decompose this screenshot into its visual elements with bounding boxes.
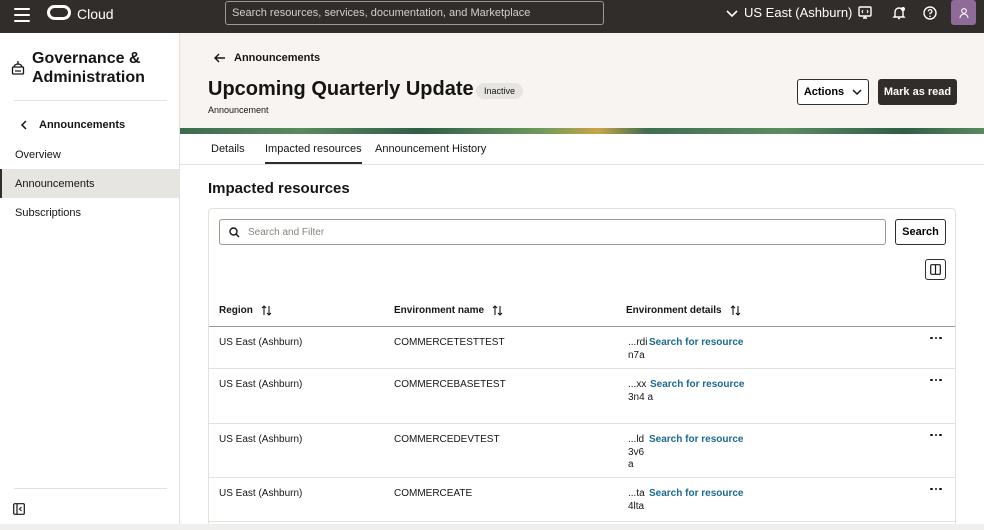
column-header-label: Environment details <box>626 305 722 316</box>
tab-impacted-resources[interactable]: Impacted resources <box>265 143 362 164</box>
table-row[interactable]: US East (Ashburn) COMMERCEDEVTEST ...ld … <box>209 424 955 478</box>
chevron-down-icon <box>852 89 862 96</box>
bottom-edge <box>0 524 984 530</box>
table-row[interactable]: US East (Ashburn) COMMERCEATE ...ta Sear… <box>209 478 955 522</box>
column-header-label: Environment name <box>394 305 485 316</box>
chevron-left-icon <box>20 120 27 130</box>
sidebar-title: Governance & Administration <box>32 50 145 86</box>
sidebar-item-announcements[interactable]: Announcements <box>0 169 179 198</box>
detail-rest: 4lta <box>628 500 645 512</box>
detail-rest: n7a <box>628 349 645 361</box>
row-actions-menu-icon[interactable] <box>929 333 943 343</box>
sidebar: Governance & Administration Announcement… <box>0 33 180 530</box>
chevron-down-icon <box>726 9 738 17</box>
column-header-environment-details[interactable]: Environment details <box>626 305 741 316</box>
brand-name[interactable]: Cloud <box>77 6 114 22</box>
cell-env-details: ...rdi Search for resource n7a <box>628 337 748 362</box>
cell-region: US East (Ashburn) <box>219 434 303 445</box>
breadcrumb[interactable]: Announcements <box>214 52 320 64</box>
column-header-region[interactable]: Region <box>219 305 272 316</box>
row-actions-menu-icon[interactable] <box>929 484 943 494</box>
arrow-left-icon <box>214 53 225 63</box>
code-editor-icon[interactable] <box>857 5 873 21</box>
bell-icon[interactable] <box>891 5 907 21</box>
breadcrumb-label: Announcements <box>234 52 321 64</box>
tab-details[interactable]: Details <box>211 143 245 155</box>
search-for-resource-link[interactable]: Search for resource <box>649 488 744 501</box>
cell-env-name: COMMERCETESTTEST <box>394 337 505 348</box>
resources-panel: Search Region Environment name Environme… <box>208 208 956 530</box>
detail-prefix: ...xx <box>628 379 647 390</box>
sidebar-item-overview[interactable]: Overview <box>0 140 179 169</box>
page-header: Announcements Upcoming Quarterly Update … <box>180 33 984 128</box>
actions-button[interactable]: Actions <box>797 79 869 105</box>
governance-icon <box>11 61 25 75</box>
sort-icon <box>492 305 503 316</box>
row-actions-menu-icon[interactable] <box>929 375 943 385</box>
sidebar-nav: Overview Announcements Subscriptions <box>0 140 179 227</box>
detail-rest: 3n4 a <box>628 391 654 403</box>
region-selector[interactable]: US East (Ashburn) <box>726 5 852 20</box>
page-subtitle: Announcement <box>208 105 269 115</box>
search-for-resource-link[interactable]: Search for resource <box>650 379 745 392</box>
page-title: Upcoming Quarterly Update <box>208 78 474 100</box>
cell-region: US East (Ashburn) <box>219 488 303 499</box>
collapse-sidebar-icon[interactable] <box>13 503 25 515</box>
cell-region: US East (Ashburn) <box>219 379 303 390</box>
filter-box <box>219 219 886 245</box>
global-search-input[interactable] <box>225 1 604 25</box>
top-bar: Cloud US East (Ashburn) <box>0 0 984 33</box>
actions-label: Actions <box>803 86 845 98</box>
manage-columns-button[interactable] <box>925 259 946 280</box>
table-row[interactable]: US East (Ashburn) COMMERCEBASETEST ...xx… <box>209 369 955 424</box>
search-icon <box>229 226 240 237</box>
section-title: Impacted resources <box>208 180 350 197</box>
region-label: US East (Ashburn) <box>744 5 853 20</box>
column-header-environment-name[interactable]: Environment name <box>394 305 503 316</box>
detail-prefix: ...ld <box>628 434 645 445</box>
detail-prefix: ...ta <box>628 488 645 499</box>
cell-env-details: ...ta Search for resource 4lta <box>628 488 748 513</box>
columns-icon <box>930 264 941 275</box>
search-filter-input[interactable] <box>248 226 848 238</box>
sidebar-divider <box>14 100 167 101</box>
tab-bar: Details Impacted resources Announcement … <box>180 134 984 165</box>
search-button[interactable]: Search <box>895 219 946 245</box>
mark-as-read-button[interactable]: Mark as read <box>878 79 957 105</box>
cloud-logo-icon[interactable] <box>47 5 71 20</box>
table-row[interactable]: US East (Ashburn) COMMERCETESTTEST ...rd… <box>209 327 955 369</box>
user-icon <box>958 7 969 18</box>
status-badge: Inactive <box>476 83 524 99</box>
sort-icon <box>261 305 272 316</box>
help-icon[interactable] <box>922 5 938 21</box>
avatar[interactable] <box>951 0 976 25</box>
column-header-label: Region <box>219 305 253 316</box>
detail-rest: 3v6 a <box>628 446 645 471</box>
back-link-label: Announcements <box>39 119 126 131</box>
cell-env-name: COMMERCEBASETEST <box>394 379 506 390</box>
row-actions-menu-icon[interactable] <box>929 430 943 440</box>
sidebar-bottom-divider <box>14 488 167 489</box>
search-for-resource-link[interactable]: Search for resource <box>649 337 744 350</box>
search-for-resource-link[interactable]: Search for resource <box>649 434 744 447</box>
detail-prefix: ...rdi <box>628 337 648 348</box>
sidebar-item-subscriptions[interactable]: Subscriptions <box>0 198 179 227</box>
hamburger-icon[interactable] <box>14 8 30 22</box>
sort-icon <box>730 305 740 316</box>
tab-announcement-history[interactable]: Announcement History <box>375 143 486 155</box>
cell-env-name: COMMERCEATE <box>394 488 473 499</box>
cell-env-name: COMMERCEDEVTEST <box>394 434 500 445</box>
cell-region: US East (Ashburn) <box>219 337 303 348</box>
sidebar-back-link[interactable]: Announcements <box>20 119 125 131</box>
